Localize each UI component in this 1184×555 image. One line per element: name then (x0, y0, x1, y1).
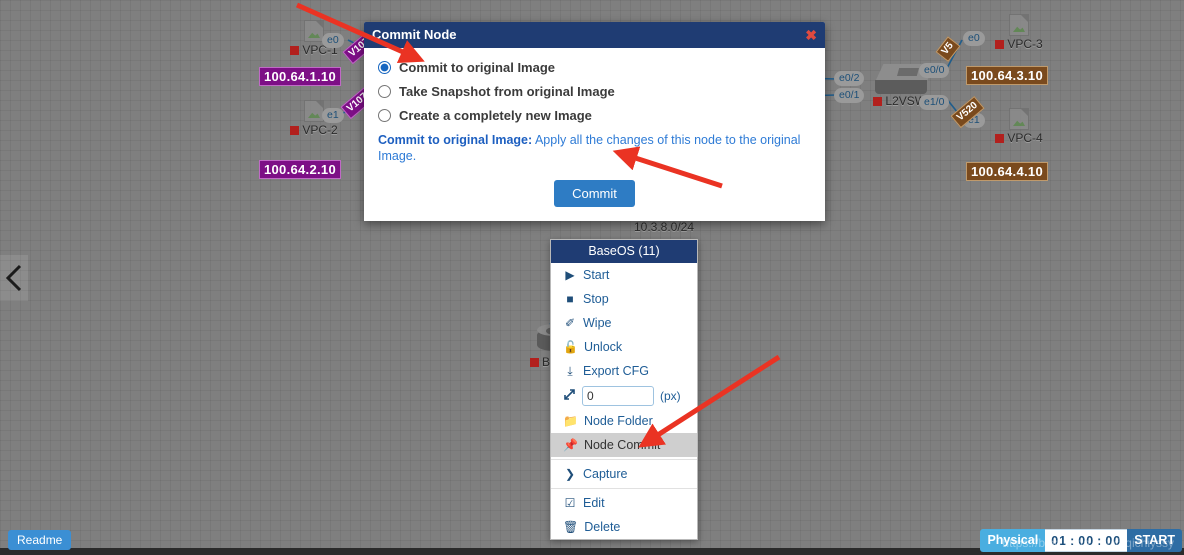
timer-hours: 01 (1051, 534, 1068, 548)
node-size-unit: (px) (660, 389, 681, 403)
context-menu-item-label: Node Folder (583, 414, 653, 428)
context-menu-item-label: Start (583, 268, 610, 282)
topology-canvas[interactable]: VPC-1 VPC-2 VPC-3 VPC-4 L2VSW-2 Ba 10.3.… (0, 0, 1184, 548)
commit-node-dialog[interactable]: Commit Node ✖ Commit to original Image T… (364, 22, 825, 221)
play-icon: ▶ (565, 268, 575, 282)
commit-button[interactable]: Commit (554, 180, 635, 207)
context-menu-item-export-cfg[interactable]: ⤓ Export CFG (551, 359, 697, 383)
ip-label-vpc2[interactable]: 100.64.2.10 (259, 160, 341, 179)
dialog-title-bar[interactable]: Commit Node ✖ (364, 22, 825, 48)
folder-icon: 📁 (563, 414, 578, 428)
context-menu-item-label: Stop (583, 292, 609, 306)
node-context-menu[interactable]: BaseOS (11) ▶ Start ■ Stop ✐ Wipe 🔓 Unlo… (550, 239, 698, 540)
node-status-square (290, 126, 300, 135)
wipe-icon: ✐ (564, 316, 576, 330)
context-menu-item-stop[interactable]: ■ Stop (551, 287, 697, 311)
context-menu-item-node-commit[interactable]: 📌 Node Commit (551, 433, 697, 457)
node-label: VPC-3 (1007, 37, 1043, 51)
context-menu-item-node-folder[interactable]: 📁 Node Folder (551, 409, 697, 433)
context-menu-title: BaseOS (11) (551, 240, 697, 263)
context-menu-item-label: Unlock (583, 340, 623, 354)
context-menu-item-label: Delete (584, 520, 621, 534)
export-icon: ⤓ (567, 364, 573, 378)
node-status-square (530, 358, 539, 367)
timer-minutes: 00 (1078, 534, 1095, 548)
interface-pill-sw-e0-2[interactable]: e0/2 (834, 71, 865, 86)
status-mode-badge[interactable]: Physical (980, 529, 1046, 552)
radio-label: Take Snapshot from original Image (399, 84, 615, 99)
radio-create-new[interactable]: Create a completely new Image (378, 108, 811, 123)
node-status-square (995, 134, 1005, 143)
node-status-square (995, 40, 1005, 49)
context-menu-item-label: Edit (583, 496, 605, 510)
radio-commit-original[interactable]: Commit to original Image (378, 60, 811, 75)
ip-label-vpc4[interactable]: 100.64.4.10 (966, 162, 1048, 181)
host-icon (304, 100, 324, 122)
stop-icon: ■ (566, 292, 574, 306)
ip-label-vpc1[interactable]: 100.64.1.10 (259, 67, 341, 86)
menu-divider (551, 488, 697, 489)
context-menu-item-unlock[interactable]: 🔓 Unlock (551, 335, 697, 359)
resize-diagonal-icon (563, 388, 576, 404)
timer-seconds: 00 (1105, 534, 1122, 548)
context-menu-item-start[interactable]: ▶ Start (551, 263, 697, 287)
timer-start-button[interactable]: START (1127, 529, 1182, 552)
context-menu-item-label: Wipe (583, 316, 612, 330)
radio-input-take-snapshot[interactable] (378, 85, 391, 98)
close-icon[interactable]: ✖ (805, 28, 817, 42)
host-icon (304, 20, 324, 42)
dialog-body: Commit to original Image Take Snapshot f… (364, 48, 825, 221)
dialog-title: Commit Node (372, 27, 457, 42)
interface-pill-vpc1-e0[interactable]: e0 (322, 33, 344, 48)
menu-divider (551, 459, 697, 460)
dialog-button-row: Commit (378, 180, 811, 207)
host-icon (1009, 108, 1029, 130)
node-size-input[interactable] (582, 386, 654, 406)
chevron-right-icon: ❯ (564, 467, 576, 481)
topology-node-vpc-4[interactable]: VPC-4 (990, 108, 1048, 145)
interface-pill-sw-e0-1[interactable]: e0/1 (834, 88, 865, 103)
collapse-left-panel-handle[interactable] (0, 255, 28, 301)
dialog-hint-strong: Commit to original Image: (378, 133, 533, 147)
interface-pill-vpc3-e0[interactable]: e0 (963, 31, 985, 46)
edit-icon: ☑ (564, 496, 576, 510)
radio-label: Commit to original Image (399, 60, 556, 75)
context-menu-item-capture[interactable]: ❯ Capture (551, 462, 697, 486)
timer-sep: : (1070, 534, 1076, 548)
timer-sep: : (1097, 534, 1103, 548)
node-status-square (290, 46, 300, 55)
node-label: VPC-4 (1007, 131, 1043, 145)
radio-input-create-new[interactable] (378, 109, 391, 122)
interface-pill-vpc2-e1[interactable]: e1 (322, 108, 344, 123)
context-menu-item-label: Capture (583, 467, 628, 481)
context-menu-item-label: Export CFG (583, 364, 649, 378)
ip-label-vpc3[interactable]: 100.64.3.10 (966, 66, 1048, 85)
context-menu-item-delete[interactable]: 🗑 Delete (551, 515, 697, 539)
node-label: 10.3.8.0/24 (633, 220, 695, 234)
lab-timer[interactable]: 01 : 00 : 00 (1045, 529, 1128, 552)
readme-button[interactable]: Readme (8, 530, 72, 550)
context-menu-item-edit[interactable]: ☑ Edit (551, 491, 697, 515)
status-bar[interactable]: Physical 01 : 00 : 00 START (980, 529, 1182, 552)
dialog-hint: Commit to original Image: Apply all the … (378, 132, 811, 164)
topology-node-vpc-3[interactable]: VPC-3 (990, 14, 1048, 51)
interface-pill-sw-e1-0[interactable]: e1/0 (919, 95, 950, 110)
radio-input-commit-original[interactable] (378, 61, 391, 74)
pin-icon: 📌 (563, 438, 578, 452)
trash-icon: 🗑 (563, 520, 579, 534)
interface-pill-sw-e0-0[interactable]: e0/0 (919, 63, 950, 78)
radio-take-snapshot[interactable]: Take Snapshot from original Image (378, 84, 811, 99)
context-menu-item-label: Node Commit (583, 438, 661, 452)
chevron-left-icon (5, 264, 22, 292)
radio-label: Create a completely new Image (399, 108, 592, 123)
context-menu-resize-row[interactable]: (px) (551, 383, 697, 409)
node-status-square (873, 97, 883, 106)
unlock-icon: 🔓 (563, 340, 578, 354)
host-icon (1009, 14, 1029, 36)
node-label: VPC-2 (302, 123, 338, 137)
context-menu-item-wipe[interactable]: ✐ Wipe (551, 311, 697, 335)
